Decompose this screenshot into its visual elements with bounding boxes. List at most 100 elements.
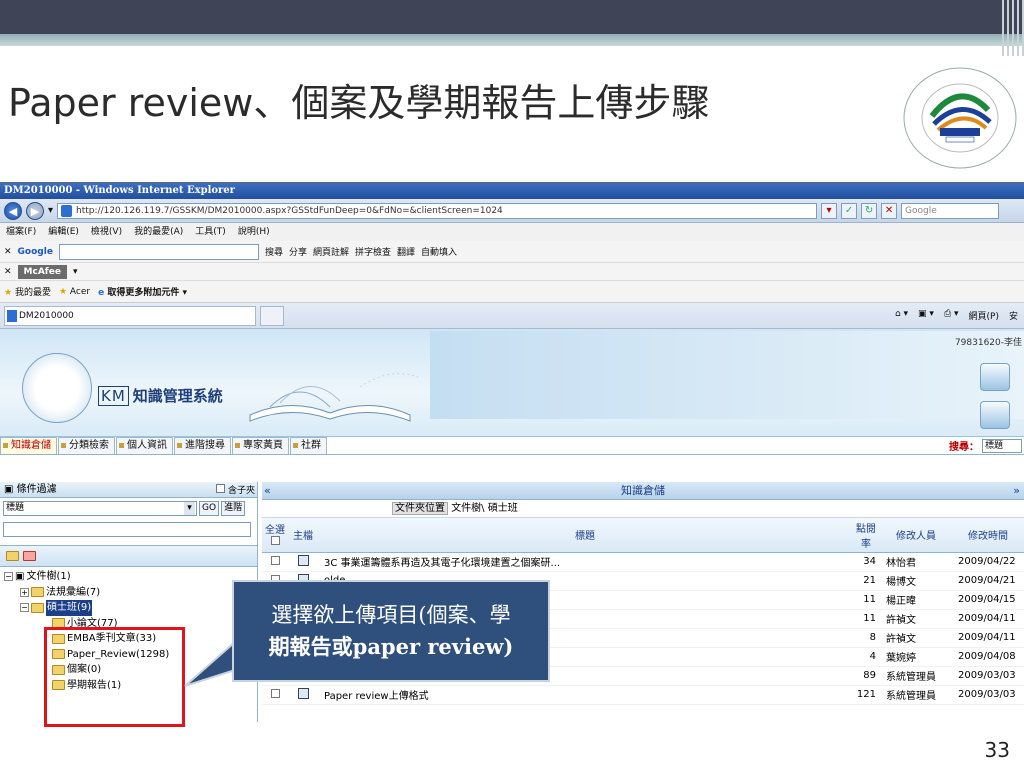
- title-header[interactable]: 標題: [318, 518, 852, 553]
- acer-link[interactable]: ★ Acer: [59, 287, 90, 297]
- row-modified: 2009/03/03: [952, 685, 1024, 705]
- document-icon[interactable]: [297, 554, 309, 566]
- get-addons-link[interactable]: e 取得更多附加元件 ▾: [98, 285, 187, 298]
- km-search-select[interactable]: 標題: [982, 438, 1022, 453]
- tree-toolbar: [0, 545, 257, 567]
- expand-icon[interactable]: »: [1013, 482, 1020, 500]
- edit-folder-icon[interactable]: [23, 551, 36, 561]
- tree-item-masters[interactable]: − 碩士班(9): [4, 600, 257, 616]
- select-all-header[interactable]: 全選: [262, 518, 288, 553]
- row-editor: 楊博文: [880, 571, 952, 591]
- chevron-down-icon[interactable]: ▾: [73, 267, 78, 277]
- menu-favorites[interactable]: 我的最愛(A): [134, 223, 183, 241]
- advanced-button[interactable]: 進階: [221, 501, 246, 516]
- views-header[interactable]: 點閱率: [852, 518, 880, 553]
- page-menu-button[interactable]: 網頁(P): [969, 309, 999, 322]
- row-modified: 2009/04/22: [952, 552, 1024, 572]
- google-toolbar-input[interactable]: [58, 243, 259, 260]
- tree-item-regulations[interactable]: + 法規彙編(7): [4, 585, 257, 601]
- ntpu-mba-logo: [903, 67, 1017, 169]
- menu-tools[interactable]: 工具(T): [195, 223, 226, 241]
- folder-icon[interactable]: [6, 551, 19, 561]
- callout-line-1: 選擇欲上傳項目(個案、學: [271, 603, 511, 627]
- subfolder-label: 含子夾: [227, 486, 255, 496]
- tab-category-search[interactable]: 分類檢索: [58, 437, 115, 454]
- tab-personal-info[interactable]: 個人資訊: [116, 437, 173, 454]
- address-dropdown-button[interactable]: ▾: [821, 202, 838, 219]
- filter-keyword-input[interactable]: [3, 522, 251, 537]
- safety-menu-button[interactable]: 安: [1009, 309, 1018, 322]
- instruction-callout: 選擇欲上傳項目(個案、學 期報告或paper review): [232, 580, 550, 682]
- row-checkbox[interactable]: [262, 685, 288, 705]
- new-tab-button[interactable]: [260, 305, 284, 326]
- table-row[interactable]: Paper review上傳格式 121 系統管理員 2009/03/03: [262, 685, 1024, 705]
- tab-repository[interactable]: 知識倉儲: [0, 437, 57, 454]
- folder-location-path: 文件樹\ 碩士班: [451, 503, 518, 514]
- edit-icon[interactable]: [980, 401, 1010, 429]
- menu-edit[interactable]: 編輯(E): [48, 223, 79, 241]
- tab-advanced-search[interactable]: 進階搜尋: [174, 437, 231, 454]
- print-icon[interactable]: ⎙ ▾: [944, 309, 959, 322]
- row-modified: 2009/04/11: [952, 628, 1024, 648]
- google-share-button[interactable]: 分享: [289, 245, 307, 258]
- google-search-button[interactable]: 搜尋: [265, 245, 283, 258]
- stop-icon[interactable]: ✕: [881, 202, 898, 219]
- select-all-checkbox[interactable]: [270, 536, 280, 546]
- row-title[interactable]: 3C 事業運籌體系再造及其電子化環境建置之個案研...: [318, 552, 852, 572]
- include-subfolders-checkbox[interactable]: 含子夾: [216, 483, 255, 499]
- google-notes-button[interactable]: 網頁註解: [313, 245, 349, 258]
- tree-item-label: 法規彙編(7): [46, 586, 101, 598]
- editor-header[interactable]: 修改人員: [880, 518, 952, 553]
- refresh-icon[interactable]: ↻: [861, 202, 878, 219]
- home-icon[interactable]: ⌂ ▾: [895, 309, 908, 322]
- folder-location: 文件夾位置 文件樹\ 碩士班: [262, 500, 1024, 518]
- forward-button[interactable]: ▶: [26, 201, 44, 220]
- tree-root-icon: ▣: [15, 571, 25, 582]
- tree-root-label: 文件樹(1): [26, 571, 71, 582]
- compat-view-icon[interactable]: ✓: [841, 202, 858, 219]
- row-checkbox[interactable]: [262, 552, 288, 572]
- history-dropdown-icon[interactable]: ▾: [48, 205, 53, 216]
- slide-topbar-accent: [0, 34, 1024, 46]
- mcafee-toolbar: ✕ McAfee ▾: [0, 263, 1024, 281]
- mcafee-button[interactable]: McAfee: [17, 264, 67, 279]
- ntpu-seal-icon: [22, 353, 92, 423]
- close-toolbar-icon[interactable]: ✕: [4, 267, 12, 277]
- filter-field-select[interactable]: 標題: [3, 501, 197, 516]
- row-views: 121: [852, 685, 880, 705]
- address-input[interactable]: http://120.126.119.7/GSSKM/DM2010000.asp…: [57, 202, 818, 219]
- browser-tab[interactable]: DM2010000: [4, 305, 256, 326]
- go-button[interactable]: GO: [199, 501, 220, 516]
- row-views: 21: [852, 571, 880, 591]
- close-toolbar-icon[interactable]: ✕: [4, 247, 12, 257]
- upload-icon[interactable]: [980, 363, 1010, 391]
- tree-item-label: 碩士班(9): [46, 600, 93, 616]
- autofill-button[interactable]: 自動填入: [421, 245, 457, 258]
- row-views: 11: [852, 590, 880, 610]
- spell-check-button[interactable]: 拼字檢查: [355, 245, 391, 258]
- tab-community[interactable]: 社群: [290, 437, 327, 454]
- tab-expert-pages[interactable]: 專家黃頁: [232, 437, 289, 454]
- menu-view[interactable]: 檢視(V): [91, 223, 122, 241]
- menu-file[interactable]: 檔案(F): [6, 223, 36, 241]
- document-icon[interactable]: [297, 687, 309, 699]
- search-input[interactable]: Google: [901, 202, 1000, 219]
- row-title[interactable]: Paper review上傳格式: [318, 685, 852, 705]
- page-number: 33: [984, 738, 1010, 762]
- back-button[interactable]: ◀: [4, 201, 22, 220]
- tree-root[interactable]: − ▣ 文件樹(1): [4, 569, 257, 585]
- feeds-icon[interactable]: ▣ ▾: [918, 309, 934, 322]
- km-search: 搜尋： 標題: [949, 438, 1022, 453]
- collapse-icon[interactable]: «: [264, 482, 271, 500]
- favorites-button[interactable]: ★ 我的最愛: [4, 285, 51, 298]
- table-row[interactable]: 3C 事業運籌體系再造及其電子化環境建置之個案研... 34 林怡君 2009/04/…: [262, 552, 1024, 572]
- filter-header: ▣ 條件過濾 含子夾: [0, 482, 257, 498]
- translate-button[interactable]: 翻譯: [397, 245, 415, 258]
- row-views: 8: [852, 628, 880, 648]
- modified-header[interactable]: 修改時間: [952, 518, 1024, 553]
- address-text: http://120.126.119.7/GSSKM/DM2010000.asp…: [76, 205, 503, 216]
- km-banner: [430, 331, 1024, 419]
- row-views: 89: [852, 666, 880, 686]
- row-modified: 2009/04/08: [952, 647, 1024, 667]
- menu-help[interactable]: 說明(H): [238, 223, 270, 241]
